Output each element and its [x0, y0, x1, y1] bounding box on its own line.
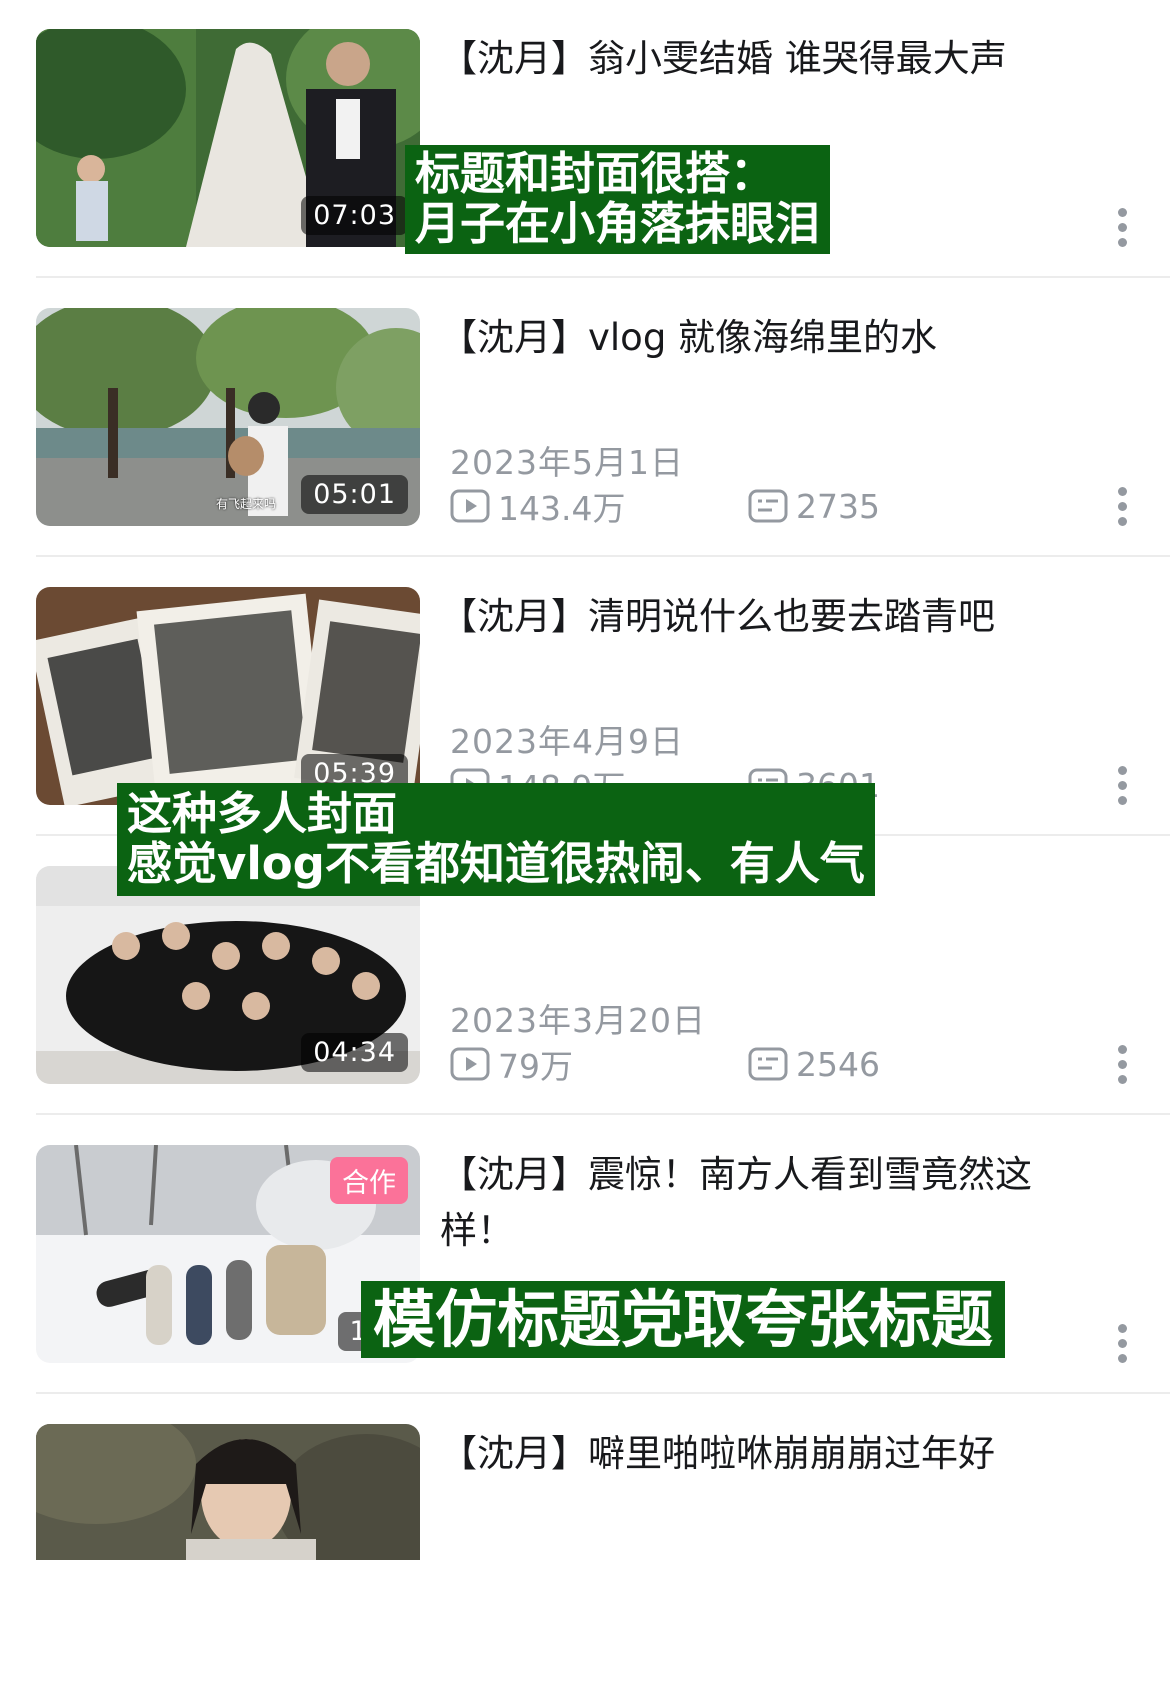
video-duration: 07:03 — [301, 196, 408, 235]
more-vertical-icon[interactable] — [1112, 1041, 1132, 1085]
comment-count: 2546 — [748, 1042, 880, 1086]
video-stats: 143.4万 2735 — [450, 484, 1010, 528]
video-thumbnail[interactable]: 有飞起来吗 05:01 — [36, 308, 420, 526]
divider — [36, 1392, 1170, 1394]
thumbnail-image — [36, 1424, 420, 1560]
divider — [36, 1113, 1170, 1115]
play-icon — [450, 489, 490, 523]
video-title[interactable]: 【沈月】噼里啪啦咻崩崩崩过年好 — [440, 1426, 1100, 1482]
video-stats: 79万 2546 — [450, 1042, 1010, 1086]
more-vertical-icon[interactable] — [1112, 762, 1132, 806]
annotation-text: 月子在小角落抹眼泪 — [415, 197, 821, 251]
video-duration: 05:01 — [301, 475, 408, 514]
comment-count-text: 2735 — [796, 486, 880, 526]
video-item[interactable]: 04:34 2023年3月20日 79万 2546 — [0, 866, 1170, 1145]
video-title[interactable]: 【沈月】震惊！南方人看到雪竟然这样！ — [440, 1147, 1100, 1259]
divider — [36, 276, 1170, 278]
video-item[interactable]: 【沈月】噼里啪啦咻崩崩崩过年好 — [0, 1424, 1170, 1703]
video-thumbnail[interactable] — [36, 1424, 420, 1560]
play-icon — [450, 1047, 490, 1081]
video-title[interactable]: 【沈月】清明说什么也要去踏青吧 — [440, 589, 1100, 645]
view-count: 79万 — [450, 1042, 573, 1086]
divider — [36, 555, 1170, 557]
comment-count: 2735 — [748, 484, 880, 528]
video-thumbnail[interactable]: 04:34 — [36, 866, 420, 1084]
annotation-box: 标题和封面很搭： 月子在小角落抹眼泪 — [405, 145, 831, 254]
video-date: 2023年5月1日 — [450, 443, 684, 482]
video-duration: 04:34 — [301, 1033, 408, 1072]
annotation-box: 这种多人封面 感觉vlog不看都知道很热闹、有人气 — [117, 783, 875, 896]
video-thumbnail[interactable]: 05:39 — [36, 587, 420, 805]
video-item[interactable]: 有飞起来吗 05:01 【沈月】vlog 就像海绵里的水 2023年5月1日 1… — [0, 308, 1170, 587]
thumbnail-caption: 有飞起来吗 — [216, 497, 277, 511]
annotation-box: 模仿标题党取夸张标题 — [361, 1281, 1006, 1359]
collab-badge: 合作 — [330, 1157, 408, 1204]
annotation-text: 感觉vlog不看都知道很热闹、有人气 — [127, 837, 865, 891]
video-date: 2023年4月9日 — [450, 722, 684, 761]
video-title[interactable]: 【沈月】翁小雯结婚 谁哭得最大声 — [440, 31, 1100, 87]
annotation-text: 模仿标题党取夸张标题 — [373, 1283, 994, 1356]
danmaku-icon — [748, 489, 788, 523]
annotation-text: 标题和封面很搭： — [415, 147, 776, 200]
video-thumbnail[interactable]: 07:03 — [36, 29, 420, 247]
view-count-text: 79万 — [498, 1047, 573, 1086]
video-date: 2023年3月20日 — [450, 1001, 706, 1040]
more-vertical-icon[interactable] — [1112, 1320, 1132, 1364]
view-count: 143.4万 — [450, 484, 625, 528]
more-vertical-icon[interactable] — [1112, 483, 1132, 527]
comment-count-text: 2546 — [796, 1044, 880, 1084]
view-count-text: 143.4万 — [498, 489, 626, 528]
more-vertical-icon[interactable] — [1112, 204, 1132, 248]
danmaku-icon — [748, 1047, 788, 1081]
annotation-text: 这种多人封面 — [127, 787, 398, 840]
video-title[interactable]: 【沈月】vlog 就像海绵里的水 — [440, 310, 1100, 366]
